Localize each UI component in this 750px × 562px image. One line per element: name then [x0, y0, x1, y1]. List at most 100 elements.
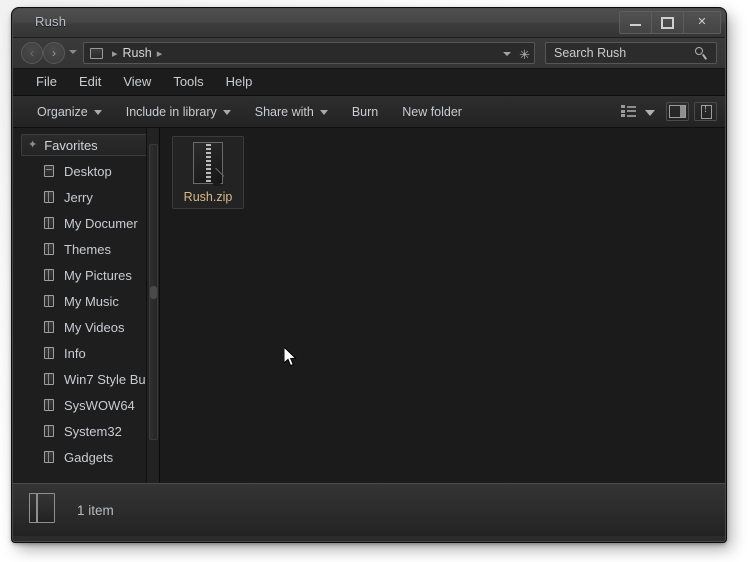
menu-item-file[interactable]: File	[25, 69, 68, 95]
back-icon: ‹	[30, 46, 34, 60]
sidebar-item-label: Themes	[64, 241, 111, 257]
file-name-label: Rush.zip	[183, 190, 233, 204]
menu-item-help[interactable]: Help	[215, 69, 264, 95]
sidebar-item-label: Jerry	[64, 189, 93, 205]
sidebar-item-label: Info	[64, 345, 86, 361]
share-with-button[interactable]: Share with	[243, 100, 340, 123]
zip-file-icon	[189, 142, 227, 186]
refresh-icon[interactable]: ✳	[519, 48, 530, 61]
folder-icon	[90, 47, 103, 59]
folder-icon	[43, 450, 56, 464]
sidebar-scrollbar-grip-icon	[150, 286, 157, 299]
folder-icon	[29, 493, 59, 527]
folder-icon	[43, 346, 56, 360]
explorer-body: ✦ Favorites Desktop Jerry My Documer The…	[13, 128, 725, 483]
title-bar[interactable]: Rush ✕	[13, 9, 725, 38]
back-button[interactable]: ‹	[21, 42, 43, 64]
folder-icon	[43, 424, 56, 438]
folder-icon	[43, 190, 56, 204]
sidebar-item-desktop[interactable]: Desktop	[13, 158, 159, 184]
folder-icon	[43, 294, 56, 308]
sidebar-item-label: SysWOW64	[64, 397, 135, 413]
sidebar-item-win7-style-builder[interactable]: Win7 Style Bu	[13, 366, 159, 392]
sidebar-header-favorites[interactable]: ✦ Favorites	[21, 134, 149, 156]
sidebar-item-my-documents[interactable]: My Documer	[13, 210, 159, 236]
status-bar: 1 item	[13, 483, 725, 536]
sidebar-scrollbar[interactable]	[146, 128, 159, 483]
address-bar[interactable]: ▸ Rush ▸ ✳	[83, 42, 535, 64]
file-item-rush-zip[interactable]: Rush.zip	[172, 136, 244, 209]
file-list-pane[interactable]: Rush.zip	[160, 128, 725, 483]
close-icon: ✕	[697, 16, 707, 28]
window-title: Rush	[35, 14, 67, 29]
sidebar-item-themes[interactable]: Themes	[13, 236, 159, 262]
sidebar-item-info[interactable]: Info	[13, 340, 159, 366]
folder-icon	[43, 242, 56, 256]
sidebar-item-label: Gadgets	[64, 449, 114, 465]
desktop-background: Rush ✕ ‹ › ▸ Rush ▸ ✳ Search Rush File E…	[0, 0, 750, 562]
sidebar-item-my-music[interactable]: My Music	[13, 288, 159, 314]
window-controls: ✕	[619, 11, 721, 34]
address-bar-row: ‹ › ▸ Rush ▸ ✳ Search Rush	[13, 38, 725, 69]
chevron-down-icon[interactable]	[503, 52, 512, 56]
include-in-library-button[interactable]: Include in library	[114, 100, 243, 123]
help-icon[interactable]	[694, 101, 717, 121]
sidebar-header-label: Favorites	[44, 137, 98, 153]
command-bar: Organize Include in library Share with B…	[13, 96, 725, 128]
breadcrumb-item-rush[interactable]: Rush	[123, 46, 152, 60]
burn-label: Burn	[351, 104, 379, 119]
star-icon: ✦	[28, 138, 38, 151]
folder-icon	[43, 164, 56, 178]
sidebar-item-syswow64[interactable]: SysWOW64	[13, 392, 159, 418]
sidebar-item-gadgets[interactable]: Gadgets	[13, 444, 159, 470]
preview-pane-icon[interactable]	[666, 101, 689, 121]
breadcrumb-separator-trailing-icon[interactable]: ▸	[157, 47, 163, 60]
search-input[interactable]: Search Rush	[546, 46, 694, 60]
maximize-button[interactable]	[652, 12, 684, 33]
sidebar-item-system32[interactable]: System32	[13, 418, 159, 444]
status-item-count: 1 item	[77, 502, 114, 518]
burn-button[interactable]: Burn	[340, 100, 390, 123]
folder-icon	[43, 268, 56, 282]
menu-item-tools[interactable]: Tools	[162, 69, 214, 95]
sidebar-item-label: Win7 Style Bu	[64, 371, 146, 387]
sidebar-item-label: My Pictures	[64, 267, 132, 283]
share-with-label: Share with	[254, 104, 314, 119]
menu-bar: File Edit View Tools Help	[13, 69, 725, 96]
chevron-down-icon	[222, 110, 231, 115]
folder-icon	[43, 320, 56, 334]
sidebar-item-jerry[interactable]: Jerry	[13, 184, 159, 210]
forward-button[interactable]: ›	[43, 42, 65, 64]
breadcrumb-separator-icon: ▸	[112, 47, 118, 60]
menu-item-edit[interactable]: Edit	[68, 69, 112, 95]
address-bar-actions: ✳	[503, 45, 530, 63]
navigation-pane: ✦ Favorites Desktop Jerry My Documer The…	[13, 128, 160, 483]
include-in-library-label: Include in library	[125, 104, 217, 119]
new-folder-button[interactable]: New folder	[390, 100, 474, 123]
change-view-icon[interactable]	[621, 104, 638, 118]
history-dropdown-icon[interactable]	[69, 50, 77, 54]
minimize-button[interactable]	[620, 12, 652, 33]
minimize-icon	[630, 24, 641, 26]
chevron-down-icon	[93, 110, 102, 115]
sidebar-item-label: My Videos	[64, 319, 125, 335]
sidebar-item-label: My Documer	[64, 215, 138, 231]
folder-icon	[43, 398, 56, 412]
sidebar-item-my-videos[interactable]: My Videos	[13, 314, 159, 340]
organize-button[interactable]: Organize	[25, 100, 114, 123]
folder-icon	[43, 216, 56, 230]
sidebar-item-label: System32	[64, 423, 122, 439]
new-folder-label: New folder	[402, 104, 462, 119]
organize-label: Organize	[37, 104, 88, 119]
sidebar-item-my-pictures[interactable]: My Pictures	[13, 262, 159, 288]
menu-item-view[interactable]: View	[112, 69, 162, 95]
folder-icon	[43, 372, 56, 386]
maximize-icon	[661, 16, 674, 29]
sidebar-item-label: My Music	[64, 293, 119, 309]
sidebar-item-label: Desktop	[64, 163, 112, 179]
forward-icon: ›	[52, 46, 56, 60]
chevron-down-icon[interactable]	[645, 109, 655, 116]
search-box[interactable]: Search Rush	[545, 42, 717, 64]
close-button[interactable]: ✕	[684, 12, 720, 33]
explorer-window: Rush ✕ ‹ › ▸ Rush ▸ ✳ Search Rush File E…	[12, 8, 726, 542]
